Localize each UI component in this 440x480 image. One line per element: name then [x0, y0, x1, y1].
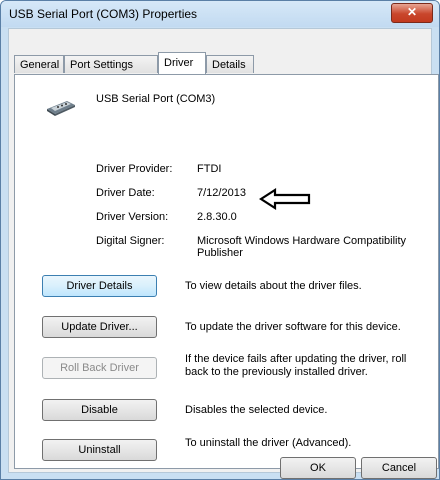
uninstall-button[interactable]: Uninstall [42, 439, 157, 461]
tab-driver[interactable]: Driver [158, 52, 206, 74]
ok-button[interactable]: OK [280, 457, 356, 479]
driver-date-label: Driver Date: [96, 187, 155, 199]
window-title: USB Serial Port (COM3) Properties [9, 7, 198, 21]
uninstall-description: To uninstall the driver (Advanced). [185, 437, 352, 449]
tab-label: Driver [164, 57, 194, 69]
left-arrow-icon [258, 187, 311, 213]
driver-provider-value: FTDI [197, 163, 222, 175]
roll-back-driver-description: If the device fails after updating the d… [185, 353, 407, 378]
title-bar[interactable]: USB Serial Port (COM3) Properties ✕ [1, 1, 439, 27]
update-driver-button[interactable]: Update Driver... [42, 316, 157, 338]
driver-version-value: 2.8.30.0 [197, 211, 237, 223]
tab-port-settings[interactable]: Port Settings [64, 55, 158, 73]
digital-signer-label: Digital Signer: [96, 235, 165, 247]
driver-panel: USB Serial Port (COM3) Driver Provider: … [14, 74, 439, 469]
roll-back-driver-button[interactable]: Roll Back Driver [42, 357, 157, 379]
tab-label: Details [212, 59, 246, 71]
driver-details-button[interactable]: Driver Details [42, 275, 157, 297]
close-button[interactable]: ✕ [391, 3, 433, 23]
close-icon: ✕ [406, 5, 418, 19]
serial-port-connector-icon [45, 95, 77, 117]
tab-label: Port Settings [70, 59, 133, 71]
digital-signer-value: Microsoft Windows Hardware Compatibility… [197, 235, 407, 259]
driver-version-label: Driver Version: [96, 211, 169, 223]
disable-button[interactable]: Disable [42, 399, 157, 421]
tab-label: General [20, 59, 60, 71]
dialog-body: General Port Settings Driver Details USB… [8, 28, 439, 473]
update-driver-description: To update the driver software for this d… [185, 321, 401, 333]
cancel-button[interactable]: Cancel [361, 457, 437, 479]
device-name: USB Serial Port (COM3) [96, 93, 216, 105]
driver-provider-label: Driver Provider: [96, 163, 173, 175]
disable-description: Disables the selected device. [185, 404, 328, 416]
tab-general[interactable]: General [14, 55, 64, 73]
driver-details-description: To view details about the driver files. [185, 280, 362, 292]
driver-date-value: 7/12/2013 [197, 187, 246, 199]
tab-details[interactable]: Details [206, 55, 254, 73]
properties-window: USB Serial Port (COM3) Properties ✕ Gene… [0, 0, 440, 480]
